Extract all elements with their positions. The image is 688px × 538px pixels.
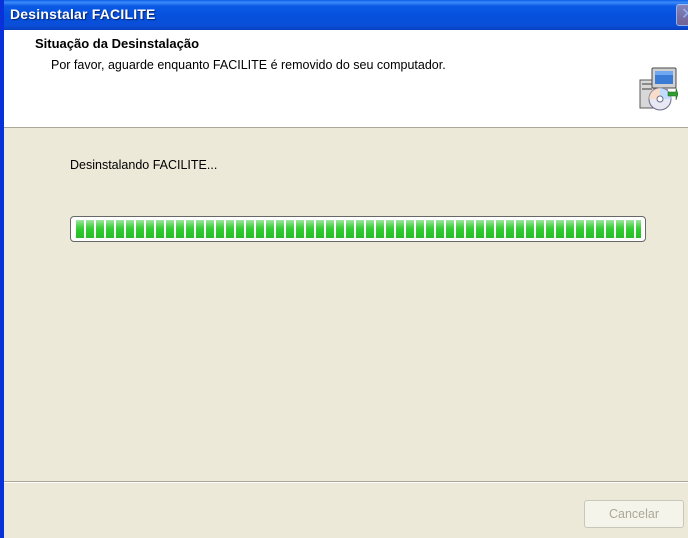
progress-track (75, 220, 641, 238)
installer-cd-icon (639, 67, 678, 111)
window-title: Desinstalar FACILITE (10, 6, 156, 22)
header-title: Situação da Desinstalação (35, 36, 200, 51)
status-text: Desinstalando FACILITE... (70, 158, 218, 172)
close-icon: ✕ (681, 4, 688, 23)
header-subtitle: Por favor, aguarde enquanto FACILITE é r… (51, 58, 446, 72)
progress-fill (75, 220, 641, 238)
close-button[interactable]: ✕ (676, 4, 688, 26)
uninstaller-window: Desinstalar FACILITE ✕ Situação da Desin… (0, 0, 688, 538)
footer-divider (4, 481, 688, 483)
cancel-button[interactable]: Cancelar (584, 500, 684, 528)
progress-bar (70, 216, 646, 242)
title-bar[interactable]: Desinstalar FACILITE ✕ (4, 0, 688, 30)
